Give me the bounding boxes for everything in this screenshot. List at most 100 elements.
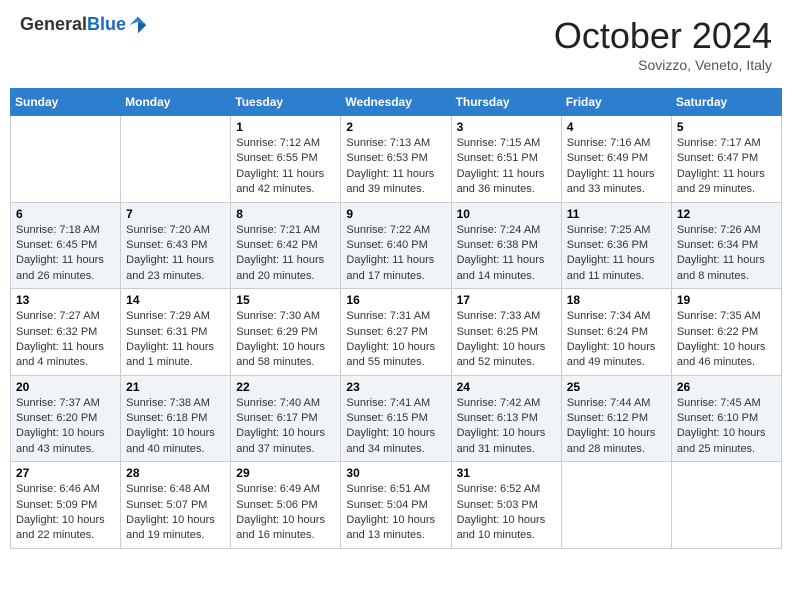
calendar-cell: 9Sunrise: 7:22 AMSunset: 6:40 PMDaylight…	[341, 202, 451, 289]
day-info: Sunrise: 7:12 AMSunset: 6:55 PMDaylight:…	[236, 136, 335, 198]
day-info: Sunrise: 7:18 AMSunset: 6:45 PMDaylight:…	[16, 223, 115, 285]
calendar-cell: 24Sunrise: 7:42 AMSunset: 6:13 PMDayligh…	[451, 375, 561, 462]
day-info: Sunrise: 7:22 AMSunset: 6:40 PMDaylight:…	[346, 223, 445, 285]
day-info: Sunrise: 7:25 AMSunset: 6:36 PMDaylight:…	[567, 223, 666, 285]
day-number: 30	[346, 466, 445, 480]
calendar-cell: 1 Sunrise: 7:12 AMSunset: 6:55 PMDaylight…	[231, 116, 341, 203]
day-info: Sunrise: 6:46 AMSunset: 5:09 PMDaylight:…	[16, 482, 115, 544]
calendar-cell: 19 Sunrise: 7:35 AMSunset: 6:22 PMDayligh…	[671, 289, 781, 376]
day-number: 6	[16, 207, 115, 221]
day-of-week-header: Monday	[121, 89, 231, 116]
calendar-cell	[561, 462, 671, 549]
day-of-week-header: Saturday	[671, 89, 781, 116]
calendar-cell: 28 Sunrise: 6:48 AMSunset: 5:07 PMDayligh…	[121, 462, 231, 549]
day-info: Sunrise: 7:31 AMSunset: 6:27 PMDaylight:…	[346, 309, 445, 371]
day-of-week-header: Sunday	[11, 89, 121, 116]
calendar-cell: 17 Sunrise: 7:33 AMSunset: 6:25 PMDayligh…	[451, 289, 561, 376]
day-info: Sunrise: 7:44 AMSunset: 6:12 PMDaylight:…	[567, 396, 666, 458]
day-info: Sunrise: 7:27 AMSunset: 6:32 PMDaylight:…	[16, 309, 115, 371]
calendar-cell: 26Sunrise: 7:45 AMSunset: 6:10 PMDayligh…	[671, 375, 781, 462]
day-number: 17	[457, 293, 556, 307]
day-info: Sunrise: 7:38 AMSunset: 6:18 PMDaylight:…	[126, 396, 225, 458]
logo-general-text: General	[20, 14, 87, 34]
calendar-cell: 10 Sunrise: 7:24 AMSunset: 6:38 PMDayligh…	[451, 202, 561, 289]
day-info: Sunrise: 7:35 AMSunset: 6:22 PMDaylight:…	[677, 309, 776, 371]
day-info: Sunrise: 7:29 AMSunset: 6:31 PMDaylight:…	[126, 309, 225, 371]
day-number: 19	[677, 293, 776, 307]
day-info: Sunrise: 6:48 AMSunset: 5:07 PMDaylight:…	[126, 482, 225, 544]
day-info: Sunrise: 6:52 AMSunset: 5:03 PMDaylight:…	[457, 482, 556, 544]
day-info: Sunrise: 7:30 AMSunset: 6:29 PMDaylight:…	[236, 309, 335, 371]
day-number: 18	[567, 293, 666, 307]
calendar-cell: 6 Sunrise: 7:18 AMSunset: 6:45 PMDaylight…	[11, 202, 121, 289]
calendar-table: SundayMondayTuesdayWednesdayThursdayFrid…	[10, 88, 782, 549]
day-of-week-header: Tuesday	[231, 89, 341, 116]
day-of-week-header: Friday	[561, 89, 671, 116]
calendar-cell: 15 Sunrise: 7:30 AMSunset: 6:29 PMDayligh…	[231, 289, 341, 376]
day-number: 11	[567, 207, 666, 221]
calendar-header: SundayMondayTuesdayWednesdayThursdayFrid…	[11, 89, 782, 116]
calendar-cell: 22 Sunrise: 7:40 AMSunset: 6:17 PMDayligh…	[231, 375, 341, 462]
day-info: Sunrise: 7:37 AMSunset: 6:20 PMDaylight:…	[16, 396, 115, 458]
day-info: Sunrise: 7:20 AMSunset: 6:43 PMDaylight:…	[126, 223, 225, 285]
calendar-cell: 23 Sunrise: 7:41 AMSunset: 6:15 PMDayligh…	[341, 375, 451, 462]
calendar-cell: 7 Sunrise: 7:20 AMSunset: 6:43 PMDaylight…	[121, 202, 231, 289]
day-number: 4	[567, 120, 666, 134]
day-number: 22	[236, 380, 335, 394]
day-info: Sunrise: 7:16 AMSunset: 6:49 PMDaylight:…	[567, 136, 666, 198]
day-number: 23	[346, 380, 445, 394]
day-number: 16	[346, 293, 445, 307]
calendar-cell: 27 Sunrise: 6:46 AMSunset: 5:09 PMDayligh…	[11, 462, 121, 549]
day-info: Sunrise: 6:49 AMSunset: 5:06 PMDaylight:…	[236, 482, 335, 544]
day-number: 27	[16, 466, 115, 480]
calendar-cell: 21 Sunrise: 7:38 AMSunset: 6:18 PMDayligh…	[121, 375, 231, 462]
day-info: Sunrise: 7:34 AMSunset: 6:24 PMDaylight:…	[567, 309, 666, 371]
calendar-cell: 20 Sunrise: 7:37 AMSunset: 6:20 PMDayligh…	[11, 375, 121, 462]
calendar-cell: 5Sunrise: 7:17 AMSunset: 6:47 PMDaylight…	[671, 116, 781, 203]
day-info: Sunrise: 7:45 AMSunset: 6:10 PMDaylight:…	[677, 396, 776, 458]
day-number: 29	[236, 466, 335, 480]
calendar-cell: 3Sunrise: 7:15 AMSunset: 6:51 PMDaylight…	[451, 116, 561, 203]
day-info: Sunrise: 7:24 AMSunset: 6:38 PMDaylight:…	[457, 223, 556, 285]
title-block: October 2024 Sovizzo, Veneto, Italy	[554, 15, 772, 73]
day-info: Sunrise: 7:42 AMSunset: 6:13 PMDaylight:…	[457, 396, 556, 458]
day-info: Sunrise: 7:33 AMSunset: 6:25 PMDaylight:…	[457, 309, 556, 371]
calendar-cell: 25 Sunrise: 7:44 AMSunset: 6:12 PMDayligh…	[561, 375, 671, 462]
day-number: 12	[677, 207, 776, 221]
day-number: 2	[346, 120, 445, 134]
day-number: 1	[236, 120, 335, 134]
day-info: Sunrise: 7:40 AMSunset: 6:17 PMDaylight:…	[236, 396, 335, 458]
calendar-cell: 11 Sunrise: 7:25 AMSunset: 6:36 PMDayligh…	[561, 202, 671, 289]
day-number: 10	[457, 207, 556, 221]
calendar-cell: 29 Sunrise: 6:49 AMSunset: 5:06 PMDayligh…	[231, 462, 341, 549]
day-number: 7	[126, 207, 225, 221]
calendar-cell: 8Sunrise: 7:21 AMSunset: 6:42 PMDaylight…	[231, 202, 341, 289]
day-info: Sunrise: 7:21 AMSunset: 6:42 PMDaylight:…	[236, 223, 335, 285]
calendar-cell: 4 Sunrise: 7:16 AMSunset: 6:49 PMDaylight…	[561, 116, 671, 203]
day-number: 21	[126, 380, 225, 394]
day-of-week-header: Thursday	[451, 89, 561, 116]
day-number: 5	[677, 120, 776, 134]
calendar-cell	[11, 116, 121, 203]
day-info: Sunrise: 7:26 AMSunset: 6:34 PMDaylight:…	[677, 223, 776, 285]
day-number: 15	[236, 293, 335, 307]
calendar-cell: 13 Sunrise: 7:27 AMSunset: 6:32 PMDayligh…	[11, 289, 121, 376]
calendar-cell: 14Sunrise: 7:29 AMSunset: 6:31 PMDayligh…	[121, 289, 231, 376]
day-of-week-header: Wednesday	[341, 89, 451, 116]
day-number: 25	[567, 380, 666, 394]
calendar-cell: 2 Sunrise: 7:13 AMSunset: 6:53 PMDaylight…	[341, 116, 451, 203]
day-number: 20	[16, 380, 115, 394]
page-header: GeneralBlue October 2024 Sovizzo, Veneto…	[10, 10, 782, 78]
calendar-cell: 30Sunrise: 6:51 AMSunset: 5:04 PMDayligh…	[341, 462, 451, 549]
location: Sovizzo, Veneto, Italy	[554, 57, 772, 73]
day-number: 28	[126, 466, 225, 480]
day-number: 31	[457, 466, 556, 480]
logo-icon	[128, 15, 148, 35]
calendar-cell: 31 Sunrise: 6:52 AMSunset: 5:03 PMDayligh…	[451, 462, 561, 549]
logo-blue-text: Blue	[87, 14, 126, 34]
logo: GeneralBlue	[20, 15, 148, 35]
day-number: 13	[16, 293, 115, 307]
day-info: Sunrise: 7:41 AMSunset: 6:15 PMDaylight:…	[346, 396, 445, 458]
day-info: Sunrise: 7:13 AMSunset: 6:53 PMDaylight:…	[346, 136, 445, 198]
calendar-cell	[671, 462, 781, 549]
